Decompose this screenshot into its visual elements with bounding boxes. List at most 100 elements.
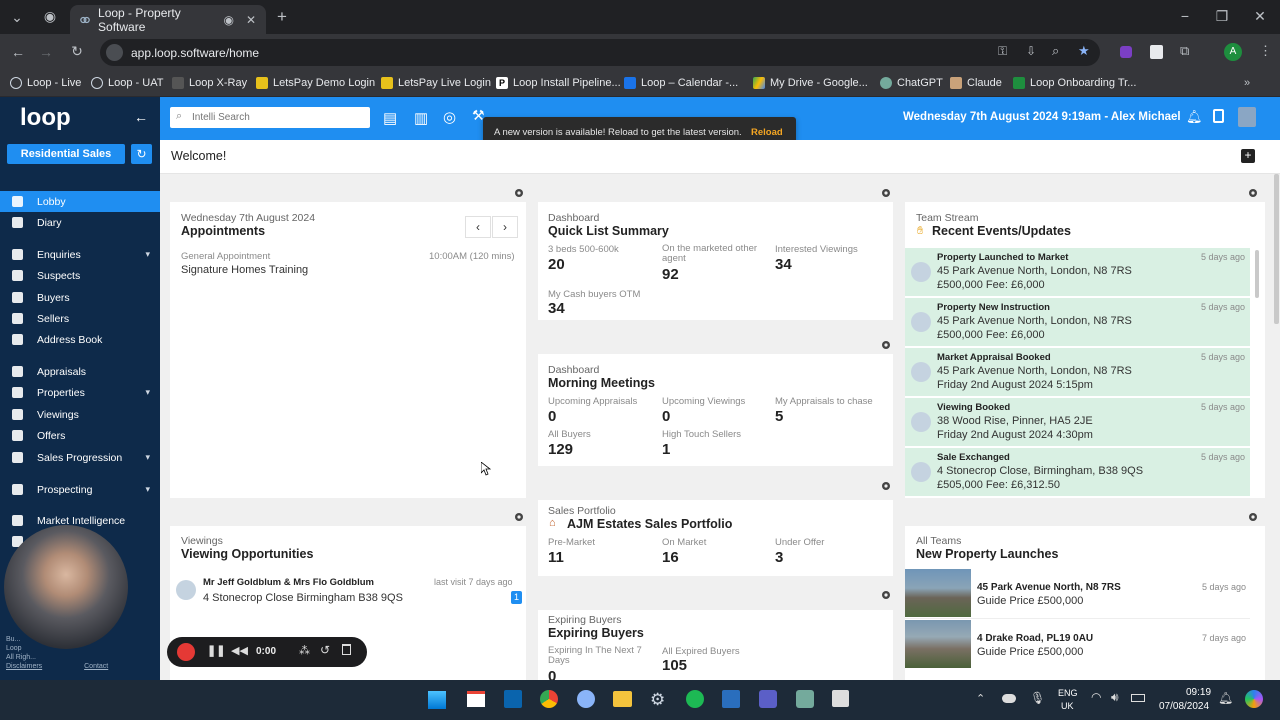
bookmark-loop-calendar[interactable]: Loop – Calendar -... xyxy=(624,77,738,89)
sidebar-item-buyers[interactable]: Buyers xyxy=(0,287,160,308)
intelli-search-box[interactable]: ⌕ xyxy=(170,107,370,128)
install-app-icon[interactable]: ⇩ xyxy=(1026,44,1036,58)
reload-icon[interactable]: ↻ xyxy=(68,43,86,60)
stat-value[interactable]: 16 xyxy=(662,549,679,566)
sidebar-item-sales-progression[interactable]: Sales Progression ▾ xyxy=(0,447,160,468)
stream-scrollbar[interactable] xyxy=(1255,250,1259,298)
microphone-icon[interactable]: 🎙︎ xyxy=(1030,691,1045,705)
stop-record-button[interactable] xyxy=(177,643,195,661)
bookmark-chatgpt[interactable]: ChatGPT xyxy=(880,77,943,89)
bookmark-loop-onboarding[interactable]: Loop Onboarding Tr... xyxy=(1013,77,1136,89)
lang-code[interactable]: ENG xyxy=(1058,688,1078,698)
stat-value[interactable]: 0 xyxy=(662,408,670,425)
battery-icon[interactable] xyxy=(1131,694,1145,702)
gear-icon[interactable] xyxy=(513,187,525,199)
sidebar-item-diary[interactable]: Diary xyxy=(0,212,160,233)
appointment-name[interactable]: Signature Homes Training xyxy=(181,264,308,276)
add-record-icon[interactable]: ▥ xyxy=(414,109,434,127)
stat-value[interactable]: 5 xyxy=(775,408,783,425)
copilot-icon[interactable] xyxy=(1245,690,1263,708)
collapse-sidebar-icon[interactable]: ← xyxy=(134,109,148,125)
user-avatar[interactable] xyxy=(1238,107,1256,127)
omnibox[interactable]: app.loop.software/home ⚿ ⇩ ⌕ ★ xyxy=(100,39,1100,66)
chevron-down-icon[interactable]: ▾ xyxy=(145,387,150,398)
chrome-alt-icon[interactable] xyxy=(577,690,595,708)
stat-value[interactable]: 11 xyxy=(548,549,564,566)
gear-icon[interactable] xyxy=(880,339,892,351)
stat-value[interactable]: 92 xyxy=(662,266,679,283)
sidebar-item-appraisals[interactable]: Appraisals xyxy=(0,361,160,382)
refresh-branch-icon[interactable]: ↻ xyxy=(131,144,152,164)
sidebar-item-viewings[interactable]: Viewings xyxy=(0,404,160,425)
stream-item[interactable]: Viewing Booked 38 Wood Rise, Pinner, HA5 … xyxy=(905,398,1250,447)
tab-loop[interactable]: Loop - Property Software ◉ ✕ xyxy=(70,5,266,34)
gear-icon[interactable] xyxy=(880,589,892,601)
extension-icon[interactable] xyxy=(1120,46,1132,58)
launch-item[interactable]: 45 Park Avenue North, N8 7RS Guide Price… xyxy=(905,569,1250,619)
lang-region[interactable]: UK xyxy=(1061,701,1074,711)
tray-chevron-icon[interactable]: ⌃ xyxy=(976,692,985,705)
disclaimers-link[interactable]: Disclaimers xyxy=(6,663,42,670)
volume-icon[interactable]: 🔊︎ xyxy=(1111,690,1119,705)
record-tab-icon[interactable]: ◉ xyxy=(40,8,60,25)
site-info-icon[interactable] xyxy=(106,44,123,61)
pause-icon[interactable]: ❚❚ xyxy=(207,644,225,657)
sidebar-item-enquiries[interactable]: Enquiries ▾ xyxy=(0,244,160,265)
stream-item[interactable]: Property Launched to Market 45 Park Avenu… xyxy=(905,248,1250,297)
remote-desktop-icon[interactable] xyxy=(722,690,740,708)
next-day-button[interactable]: › xyxy=(492,216,518,238)
chevron-down-icon[interactable]: ▾ xyxy=(145,484,150,495)
add-contact-icon[interactable]: ▤ xyxy=(383,109,403,127)
settings-icon[interactable]: ⚙ xyxy=(650,690,665,710)
more-bookmarks-icon[interactable]: » xyxy=(1244,77,1250,89)
stream-item[interactable]: Sale Exchanged 4 Stonecrop Close, Birming… xyxy=(905,448,1250,497)
new-tab-icon[interactable]: + xyxy=(272,7,292,27)
gmail-icon[interactable] xyxy=(467,691,485,707)
sidebar-item-offers[interactable]: Offers xyxy=(0,425,160,446)
gear-icon[interactable] xyxy=(1247,187,1259,199)
spotify-icon[interactable] xyxy=(686,690,704,708)
chevron-down-icon[interactable]: ▾ xyxy=(145,249,150,260)
add-viewing-icon[interactable]: ◎ xyxy=(443,108,463,126)
close-window-icon[interactable]: ✕ xyxy=(1250,8,1270,25)
prev-day-button[interactable]: ‹ xyxy=(465,216,491,238)
chrome-icon[interactable] xyxy=(540,690,558,708)
rewind-icon[interactable]: ◀◀ xyxy=(231,644,248,657)
sidebar-item-prospecting[interactable]: Prospecting ▾ xyxy=(0,479,160,500)
gear-icon[interactable] xyxy=(1247,511,1259,523)
back-icon[interactable]: ← xyxy=(9,44,27,60)
zoom-icon[interactable]: ⌕ xyxy=(1052,43,1059,59)
windows-start-icon[interactable] xyxy=(428,691,446,709)
bookmark-claude[interactable]: Claude xyxy=(950,77,1002,89)
add-widget-icon[interactable]: + xyxy=(1241,149,1255,163)
stat-value[interactable]: 3 xyxy=(775,549,783,566)
bookmark-letspay-demo[interactable]: LetsPay Demo Login xyxy=(256,77,375,89)
branch-button[interactable]: Residential Sales xyxy=(7,144,125,164)
contact-link[interactable]: Contact xyxy=(84,663,108,670)
stat-value[interactable]: 20 xyxy=(548,256,565,273)
tab-close-icon[interactable]: ✕ xyxy=(246,13,256,27)
bookmark-loop-live[interactable]: Loop - Live xyxy=(10,77,81,89)
bookmark-star-icon[interactable]: ★ xyxy=(1078,43,1090,59)
launch-item[interactable]: 4 Drake Road, PL19 0AU Guide Price £500,… xyxy=(905,620,1250,670)
maximize-icon[interactable]: ❐ xyxy=(1212,8,1232,25)
tasks-icon[interactable] xyxy=(1213,109,1224,123)
chevron-down-icon[interactable]: ▾ xyxy=(145,452,150,463)
bookmark-loop-uat[interactable]: Loop - UAT xyxy=(91,77,163,89)
stat-value[interactable]: 105 xyxy=(662,657,687,674)
bookmark-my-drive[interactable]: My Drive - Google... xyxy=(753,77,868,89)
stat-value[interactable]: 129 xyxy=(548,441,573,458)
wifi-icon[interactable]: ◠ xyxy=(1091,690,1101,704)
onedrive-icon[interactable] xyxy=(1002,694,1016,703)
snipping-tool-icon[interactable] xyxy=(832,690,849,707)
loop-logo[interactable]: loop xyxy=(20,105,76,131)
clock-time[interactable]: 09:19 xyxy=(1186,687,1211,698)
stat-value[interactable]: 34 xyxy=(775,256,792,273)
extensions-puzzle-icon[interactable]: ⧉ xyxy=(1180,43,1189,59)
bookmark-install-pipeline[interactable]: P Loop Install Pipeline... xyxy=(496,77,621,89)
clock-date[interactable]: 07/08/2024 xyxy=(1159,701,1209,712)
extension-shield-icon[interactable] xyxy=(1150,45,1163,59)
file-explorer-icon[interactable] xyxy=(613,691,632,707)
stat-value[interactable]: 1 xyxy=(662,441,670,458)
gear-icon[interactable] xyxy=(513,511,525,523)
